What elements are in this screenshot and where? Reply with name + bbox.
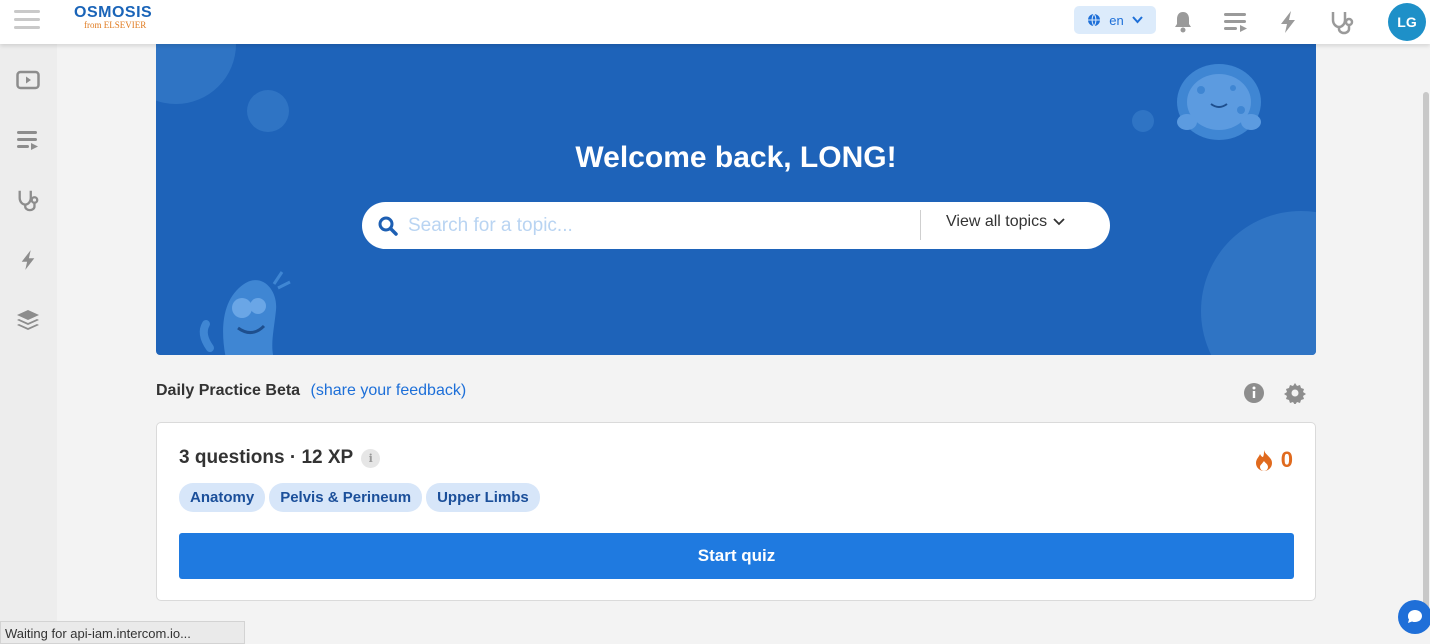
stethoscope-icon	[18, 190, 39, 212]
decor-circle	[1132, 110, 1154, 132]
globe-icon	[1088, 13, 1101, 27]
sidebar-item-clinical[interactable]	[12, 184, 44, 216]
info-icon[interactable]	[1243, 382, 1265, 404]
sidebar-item-practice[interactable]	[12, 244, 44, 276]
playlist-icon	[17, 131, 38, 150]
chevron-down-icon	[1131, 16, 1143, 24]
streak-value: 0	[1280, 447, 1293, 472]
welcome-hero: Welcome back, LONG! View all topics	[156, 44, 1316, 355]
topic-search-bar: View all topics	[362, 202, 1110, 249]
language-selector[interactable]: en	[1074, 6, 1156, 34]
decor-circle	[247, 90, 289, 132]
search-icon[interactable]	[378, 216, 398, 236]
daily-practice-title: Daily Practice Beta	[156, 382, 301, 399]
daily-practice-card: 3 questions · 12 XP i 0 Anatomy Pelvis &…	[156, 422, 1316, 601]
start-quiz-button[interactable]: Start quiz	[179, 533, 1294, 579]
tag-pelvis-perineum[interactable]: Pelvis & Perineum	[269, 483, 423, 512]
logo-sub: from ELSEVIER	[84, 20, 147, 30]
decor-circle	[1201, 211, 1316, 355]
user-avatar[interactable]: LG	[1388, 3, 1426, 41]
welcome-title: Welcome back, LONG!	[575, 141, 897, 174]
topic-tags: Anatomy Pelvis & Perineum Upper Limbs	[179, 483, 540, 512]
quiz-summary-text: 3 questions · 12 XP	[179, 447, 354, 468]
osmosis-logo[interactable]: OSMOSIS from ELSEVIER	[74, 4, 152, 30]
sidebar-item-videos[interactable]	[12, 64, 44, 96]
notifications-bell-icon[interactable]	[1168, 7, 1198, 37]
flame-icon	[1255, 450, 1272, 471]
info-icon[interactable]: i	[361, 448, 381, 468]
daily-practice-header: Daily Practice Beta (share your feedback…	[156, 382, 466, 400]
sidebar-item-flashcards[interactable]	[12, 304, 44, 336]
language-label: en	[1109, 12, 1124, 28]
page-scrollbar[interactable]	[1423, 92, 1429, 612]
mascot-character-illustration	[199, 271, 291, 355]
playlist-icon[interactable]	[1221, 7, 1251, 37]
share-feedback-link[interactable]: (share your feedback)	[311, 382, 467, 399]
chevron-down-icon	[1053, 218, 1065, 226]
view-all-topics-dropdown[interactable]: View all topics	[946, 213, 1065, 231]
settings-gear-icon[interactable]	[1284, 382, 1306, 404]
decor-circle	[156, 44, 236, 104]
video-icon	[16, 70, 40, 90]
mascot-cell-illustration	[1177, 64, 1261, 140]
tag-upper-limbs[interactable]: Upper Limbs	[426, 483, 540, 512]
lightning-icon	[21, 250, 35, 270]
lightning-icon[interactable]	[1273, 7, 1303, 37]
quiz-summary: 3 questions · 12 XP i	[179, 447, 381, 469]
sidebar-item-playlists[interactable]	[12, 124, 44, 156]
intercom-chat-button[interactable]	[1398, 600, 1430, 634]
search-input[interactable]	[408, 214, 908, 237]
stethoscope-icon[interactable]	[1327, 7, 1357, 37]
search-divider	[920, 210, 921, 240]
tag-anatomy[interactable]: Anatomy	[179, 483, 266, 512]
left-sidebar	[0, 44, 57, 644]
view-all-topics-label: View all topics	[946, 213, 1048, 230]
chat-icon	[1408, 610, 1422, 623]
browser-status-bar: Waiting for api-iam.intercom.io...	[0, 621, 245, 644]
streak-counter: 0	[1255, 447, 1293, 473]
layers-icon	[17, 310, 39, 330]
hamburger-menu-icon[interactable]	[14, 10, 40, 32]
top-bar: OSMOSIS from ELSEVIER en LG	[0, 0, 1430, 44]
